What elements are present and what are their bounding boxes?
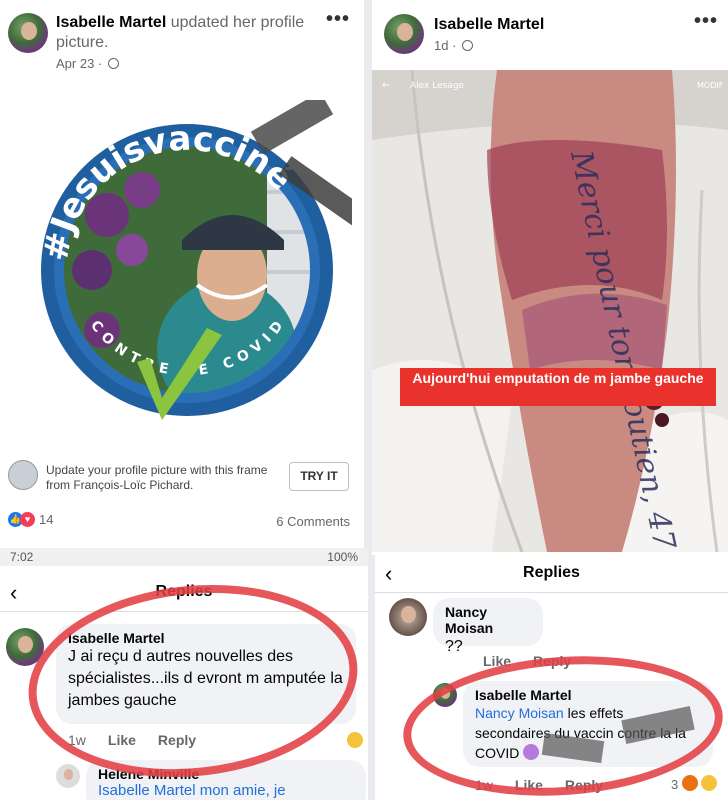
author-name[interactable]: Isabelle Martel [434, 16, 544, 34]
commenter-name[interactable]: Nancy Moisan [445, 604, 531, 636]
globe-icon [107, 58, 119, 69]
post-header: Isabelle Martel updated her profile pict… [56, 13, 326, 53]
replies-header: ‹ Replies [375, 555, 728, 593]
commenter-avatar[interactable] [56, 764, 80, 788]
comments-count[interactable]: 6 Comments [276, 514, 350, 529]
reaction-count: 14 [39, 512, 54, 527]
more-options-icon[interactable]: ••• [326, 8, 350, 31]
love-icon: ♥ [20, 512, 35, 527]
comment-reactions[interactable]: 3 [671, 775, 718, 792]
author-name[interactable]: Isabelle Martel [56, 14, 166, 31]
more-options-icon[interactable]: ••• [694, 10, 718, 33]
censor-tape [250, 91, 334, 155]
replies-panel-right: ‹ Replies Nancy Moisan ?? Like Reply Isa… [375, 555, 728, 800]
author-avatar[interactable] [384, 14, 424, 54]
frame-author-avatar[interactable] [8, 460, 38, 490]
commenter-avatar[interactable] [389, 598, 427, 636]
replies-panel-left: 7:02 100% ‹ Replies Isabelle Martel J ai… [0, 548, 368, 800]
photo-edit-label[interactable]: MODIF [697, 81, 724, 90]
comment-text: Isabelle Martel mon amie, je [98, 782, 286, 799]
photo-uploader: Alex Lesage [410, 81, 465, 91]
replies-title: Replies [523, 564, 580, 581]
leg-photo-svg: ← Alex Lesage MODIF Merci pour ton souti… [372, 70, 728, 552]
post-meta: 1d · [434, 38, 474, 53]
leg-photo-post: Isabelle Martel 1d · ••• ← Alex Lesage M… [372, 0, 728, 555]
photo-top-left: ← [382, 80, 390, 91]
profile-picture-post: Isabelle Martel updated her profile pict… [0, 0, 364, 548]
post-date[interactable]: Apr 23 [56, 56, 94, 71]
caption-banner: Aujourd'hui emputation de m jambe gauche [400, 368, 716, 406]
frame-suggestion: Update your profile picture with this fr… [46, 463, 268, 492]
angry-emoji-icon [681, 775, 698, 791]
author-avatar[interactable] [8, 13, 48, 53]
post-meta: Apr 23 · [56, 56, 119, 71]
reaction-summary[interactable]: 👍 ♥ 14 [8, 512, 53, 527]
phone-status-bar: 7:02 100% [0, 548, 368, 566]
sad-emoji-icon [347, 732, 363, 748]
wow-emoji-icon [701, 775, 718, 791]
globe-icon [462, 40, 474, 51]
post-date[interactable]: 1d [434, 38, 448, 53]
try-it-button[interactable]: TRY IT [289, 462, 349, 491]
comment-bubble: Nancy Moisan ?? [433, 598, 543, 655]
leg-photo[interactable]: ← Alex Lesage MODIF Merci pour ton souti… [372, 70, 728, 552]
status-time: 7:02 [10, 550, 34, 564]
profile-frame-image[interactable]: #Jesuisvacciné CONTRE LE COVID [22, 91, 364, 430]
reaction-count: 3 [671, 777, 679, 792]
profile-frame-svg: #Jesuisvacciné CONTRE LE COVID [36, 91, 364, 420]
status-battery: 100% [327, 550, 358, 564]
